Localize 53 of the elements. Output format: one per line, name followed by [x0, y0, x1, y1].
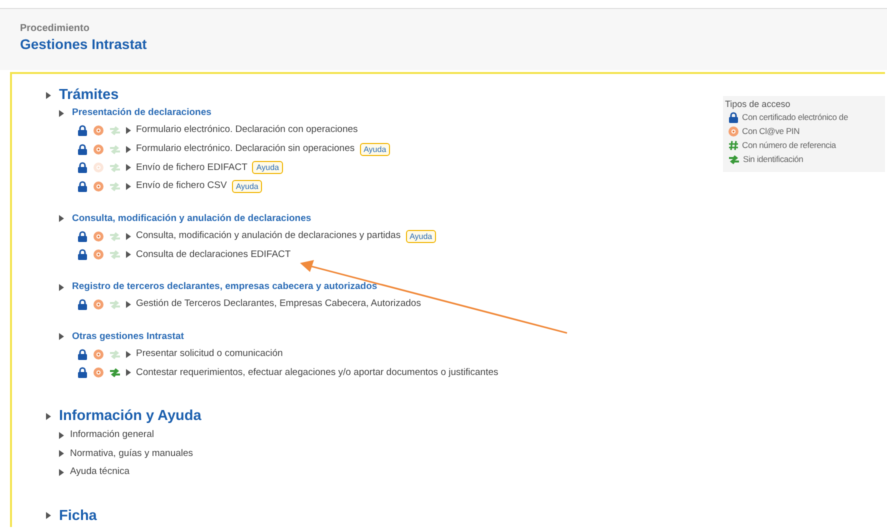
group-title[interactable]: Presentación de declaraciones	[72, 105, 212, 121]
procedure-link[interactable]: Consulta, modificación y anulación de declaraciones y partidas	[136, 228, 401, 244]
triangle-icon	[126, 126, 131, 134]
triangle-icon	[126, 182, 131, 190]
triangle-icon	[46, 412, 51, 420]
triangle-icon	[59, 215, 64, 222]
triangle-icon	[126, 232, 131, 240]
triangle-icon	[126, 251, 131, 258]
procedure-link[interactable]: Formulario electrónico. Declaración sin operaciones	[136, 142, 355, 156]
group-title[interactable]: Otras gestiones Intrastat	[72, 328, 184, 345]
help-tag[interactable]: Ayuda	[232, 180, 262, 193]
group-title[interactable]: Registro de terceros declarantes, empresas cabecera y autorizados	[72, 279, 378, 296]
triangle-icon	[126, 300, 131, 308]
section-title[interactable]: Ficha	[59, 506, 97, 526]
legend-title: Tipos de acceso	[725, 98, 792, 110]
info-link[interactable]: Ayuda técnica	[70, 465, 130, 480]
procedure-link[interactable]: Presentar solicitud o comunicación	[136, 347, 283, 362]
procedure-label: Procedimiento	[20, 23, 90, 35]
triangle-icon	[59, 284, 64, 291]
info-link[interactable]: Información general	[70, 428, 154, 443]
arrows-icon	[728, 154, 740, 164]
triangle-icon	[59, 432, 64, 439]
procedure-link[interactable]: Envío de fichero CSV	[136, 179, 227, 194]
lock-icon	[728, 112, 739, 122]
info-link[interactable]: Normativa, guías y manuales	[70, 446, 194, 462]
procedure-link[interactable]: Formulario electrónico. Declaración con operaciones	[136, 123, 358, 138]
procedure-link[interactable]: Consulta de declaraciones EDIFACT	[136, 248, 291, 262]
triangle-icon	[59, 110, 64, 116]
triangle-icon	[126, 350, 131, 358]
group-title[interactable]: Consulta, modificación y anulación de declaraciones	[72, 210, 312, 227]
triangle-icon	[59, 468, 64, 476]
triangle-icon	[46, 92, 51, 98]
legend-label: Con Cl@ve PIN	[742, 124, 800, 138]
triangle-icon	[126, 146, 131, 153]
procedure-link[interactable]: Gestión de Terceros Declarantes, Empresas Cabecera, Autorizados	[136, 297, 421, 312]
section-title[interactable]: Información y Ayuda	[59, 406, 202, 426]
hash-icon	[728, 140, 739, 150]
triangle-icon	[126, 164, 131, 172]
help-tag[interactable]: Ayuda	[252, 161, 283, 174]
procedure-link[interactable]: Envío de fichero EDIFACT	[136, 160, 248, 175]
triangle-icon	[46, 512, 51, 520]
section-title[interactable]: Trámites	[59, 85, 119, 105]
target-icon	[728, 126, 739, 136]
legend-label: Sin identificación	[743, 152, 804, 166]
legend-label: Con certificado electrónico de	[742, 110, 848, 124]
help-tag[interactable]: Ayuda	[360, 142, 390, 156]
triangle-icon	[59, 450, 64, 458]
legend-label: Con número de referencia	[742, 138, 836, 152]
triangle-icon	[59, 333, 64, 340]
procedure-title: Gestiones Intrastat	[20, 35, 148, 53]
triangle-icon	[126, 369, 131, 376]
procedure-link[interactable]: Contestar requerimientos, efectuar alegaciones y/o aportar documentos o justificantes	[136, 366, 498, 380]
help-tag[interactable]: Ayuda	[406, 230, 436, 243]
